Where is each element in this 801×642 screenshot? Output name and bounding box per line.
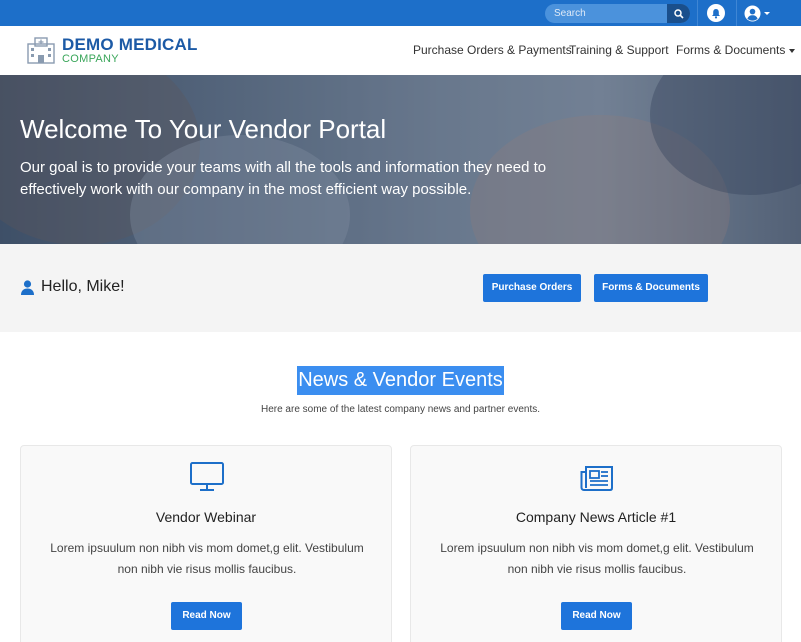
news-card: Vendor Webinar Lorem ipsuulum non nibh v… bbox=[20, 445, 392, 642]
main-navbar: DEMO MEDICAL COMPANY Purchase Orders & P… bbox=[0, 26, 801, 75]
search-icon bbox=[673, 8, 684, 19]
brand-subtitle: COMPANY bbox=[62, 52, 119, 65]
hospital-building-icon bbox=[27, 37, 55, 64]
divider bbox=[697, 0, 698, 26]
greeting: Hello, Mike! bbox=[21, 278, 125, 296]
chevron-down-icon bbox=[789, 48, 796, 53]
read-now-button[interactable]: Read Now bbox=[561, 602, 632, 630]
brand-logo[interactable]: DEMO MEDICAL COMPANY bbox=[26, 34, 198, 66]
top-utility-bar bbox=[0, 0, 801, 26]
nav-forms-documents-label: Forms & Documents bbox=[676, 43, 786, 57]
purchase-orders-button[interactable]: Purchase Orders bbox=[483, 274, 581, 302]
card-text: Lorem ipsuulum non nibh vis mom domet,g … bbox=[440, 541, 754, 576]
card-text: Lorem ipsuulum non nibh vis mom domet,g … bbox=[50, 541, 364, 576]
card-title: Company News Article #1 bbox=[515, 509, 677, 525]
bell-icon bbox=[712, 8, 720, 18]
user-icon bbox=[21, 279, 34, 295]
forms-documents-button[interactable]: Forms & Documents bbox=[594, 274, 708, 302]
news-title: News & Vendor Events bbox=[297, 366, 504, 395]
search-input[interactable] bbox=[545, 4, 667, 23]
search-box bbox=[545, 4, 690, 23]
brand-name: DEMO MEDICAL bbox=[62, 34, 198, 54]
notifications-button[interactable] bbox=[707, 4, 725, 22]
hero-banner: Welcome To Your Vendor Portal Our goal i… bbox=[0, 75, 801, 244]
greeting-section: Hello, Mike! Purchase Orders Forms & Doc… bbox=[0, 244, 801, 332]
hero-description: Our goal is to provide your teams with a… bbox=[20, 159, 547, 198]
nav-purchase-orders-payments[interactable]: Purchase Orders & Payments bbox=[413, 43, 572, 57]
monitor-icon bbox=[190, 462, 224, 491]
user-menu-button[interactable] bbox=[744, 4, 774, 22]
news-card: Company News Article #1 Lorem ipsuulum n… bbox=[410, 445, 782, 642]
news-subtitle: Here are some of the latest company news… bbox=[260, 404, 541, 415]
nav-forms-documents[interactable]: Forms & Documents bbox=[676, 43, 796, 57]
read-now-button[interactable]: Read Now bbox=[171, 602, 242, 630]
nav-training-support[interactable]: Training & Support bbox=[569, 43, 669, 57]
news-heading: News & Vendor Events bbox=[0, 366, 801, 395]
user-circle-icon bbox=[744, 5, 761, 21]
divider bbox=[736, 0, 737, 26]
hero-title: Welcome To Your Vendor Portal bbox=[20, 114, 387, 144]
chevron-down-icon bbox=[764, 11, 770, 15]
newspaper-icon bbox=[580, 466, 613, 491]
greeting-text: Hello, Mike! bbox=[41, 278, 125, 295]
card-title: Vendor Webinar bbox=[155, 509, 257, 525]
search-button[interactable] bbox=[667, 4, 690, 23]
